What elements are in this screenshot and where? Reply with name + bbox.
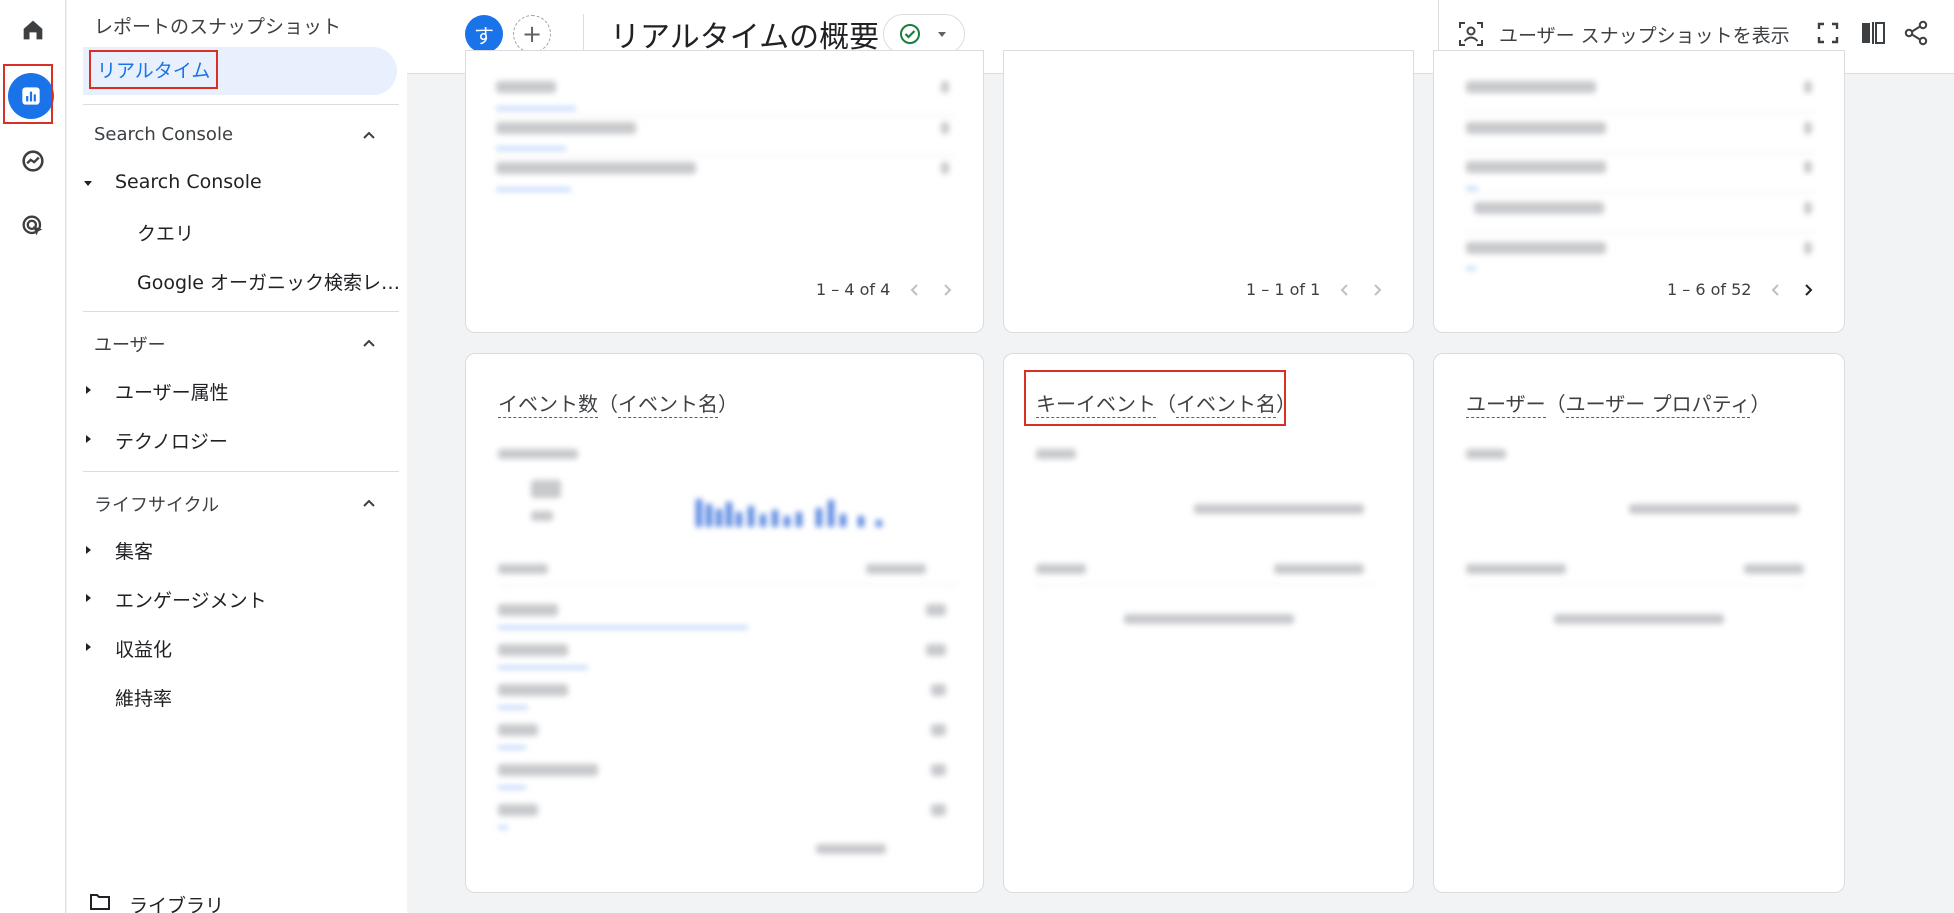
home-icon[interactable] bbox=[9, 6, 57, 54]
event-name-dimension-label[interactable]: イベント名 bbox=[1176, 392, 1276, 418]
chevron-left-icon[interactable] bbox=[1338, 283, 1352, 297]
divider bbox=[83, 311, 399, 312]
user-snapshot-button[interactable]: ユーザー スナップショットを表示 bbox=[1457, 16, 1790, 52]
folder-icon bbox=[90, 894, 110, 910]
pagination: 1 – 4 of 4 bbox=[816, 280, 954, 299]
comparison-avatar[interactable]: す bbox=[465, 15, 503, 53]
search-console-section-header[interactable]: Search Console bbox=[94, 124, 233, 145]
pagination-label: 1 – 1 of 1 bbox=[1246, 280, 1321, 299]
sidebar-item-acquisition[interactable]: 集客 bbox=[115, 537, 153, 564]
pagination: 1 – 1 of 1 bbox=[1246, 280, 1384, 299]
report-sidebar: レポートのスナップショット リアルタイム Search Console Sear… bbox=[67, 0, 407, 913]
dropdown-arrow-icon bbox=[938, 32, 946, 37]
sidebar-item-engagement[interactable]: エンゲージメント bbox=[115, 586, 267, 613]
caret-right-icon[interactable] bbox=[83, 545, 93, 555]
status-dropdown[interactable] bbox=[883, 14, 965, 54]
sidebar-item-technology[interactable]: テクノロジー bbox=[115, 427, 228, 454]
lifecycle-section-header[interactable]: ライフサイクル bbox=[94, 491, 219, 517]
title-open-paren: （ bbox=[598, 392, 618, 416]
divider bbox=[83, 471, 399, 472]
top-middle-card: 1 – 1 of 1 bbox=[1003, 50, 1414, 333]
divider bbox=[83, 104, 399, 105]
advertising-icon[interactable] bbox=[9, 202, 57, 250]
sidebar-item-query[interactable]: クエリ bbox=[137, 219, 194, 246]
header-divider bbox=[583, 14, 584, 54]
title-open-paren: （ bbox=[1156, 392, 1176, 416]
add-comparison-button[interactable]: + bbox=[513, 15, 551, 53]
key-event-card: キーイベント（イベント名） bbox=[1003, 353, 1414, 893]
chevron-left-icon[interactable] bbox=[1769, 283, 1783, 297]
fullscreen-icon[interactable] bbox=[1813, 18, 1843, 48]
share-icon[interactable] bbox=[1901, 18, 1931, 48]
chevron-right-icon[interactable] bbox=[1801, 283, 1815, 297]
key-event-card-title: キーイベント（イベント名） bbox=[1036, 388, 1296, 418]
title-open-paren: （ bbox=[1545, 392, 1566, 416]
top-left-card: 1 – 4 of 4 bbox=[465, 50, 984, 333]
key-event-metric-label[interactable]: キーイベント bbox=[1036, 392, 1156, 418]
event-count-metric-label[interactable]: イベント数 bbox=[498, 392, 598, 418]
user-snapshot-icon bbox=[1459, 22, 1483, 46]
event-name-dimension-label[interactable]: イベント名 bbox=[618, 392, 718, 418]
chevron-up-icon[interactable] bbox=[359, 493, 379, 513]
sidebar-item-demographics[interactable]: ユーザー属性 bbox=[115, 378, 229, 405]
realtime-nav-item[interactable]: リアルタイム bbox=[89, 50, 219, 89]
pagination-label: 1 – 6 of 52 bbox=[1667, 280, 1752, 299]
library-nav-item[interactable]: ライブラリ bbox=[129, 891, 224, 913]
title-close-paren: ） bbox=[718, 392, 738, 416]
caret-right-icon[interactable] bbox=[83, 385, 93, 395]
user-property-card: ユーザー（ユーザー プロパティ） bbox=[1433, 353, 1845, 893]
chevron-up-icon[interactable] bbox=[359, 125, 379, 145]
compare-layout-icon[interactable] bbox=[1858, 18, 1888, 48]
user-property-dimension-label[interactable]: ユーザー プロパティ bbox=[1565, 392, 1751, 418]
user-property-card-title: ユーザー（ユーザー プロパティ） bbox=[1466, 388, 1771, 418]
title-close-paren: ） bbox=[1750, 392, 1771, 416]
caret-down-icon[interactable] bbox=[83, 178, 93, 188]
user-snapshot-label: ユーザー スナップショットを表示 bbox=[1499, 24, 1790, 47]
chevron-left-icon[interactable] bbox=[908, 283, 922, 297]
sidebar-item-retention[interactable]: 維持率 bbox=[115, 684, 172, 711]
sidebar-item-monetization[interactable]: 収益化 bbox=[115, 635, 172, 662]
sidebar-item-organic-search[interactable]: Google オーガニック検索レポート bbox=[137, 268, 407, 295]
pagination: 1 – 6 of 52 bbox=[1667, 280, 1815, 299]
check-circle-icon bbox=[900, 24, 920, 44]
caret-right-icon[interactable] bbox=[83, 434, 93, 444]
event-count-card: イベント数（イベント名） bbox=[465, 353, 984, 893]
search-console-group[interactable]: Search Console bbox=[115, 171, 262, 193]
snapshot-nav-item[interactable]: レポートのスナップショット bbox=[94, 12, 341, 39]
event-count-card-title: イベント数（イベント名） bbox=[498, 388, 738, 418]
reports-highlight-box bbox=[3, 64, 53, 124]
caret-right-icon[interactable] bbox=[83, 642, 93, 652]
chevron-right-icon[interactable] bbox=[940, 283, 954, 297]
title-close-paren: ） bbox=[1276, 392, 1296, 416]
user-metric-label[interactable]: ユーザー bbox=[1466, 392, 1546, 418]
chevron-up-icon[interactable] bbox=[359, 333, 379, 353]
user-section-header[interactable]: ユーザー bbox=[94, 331, 166, 357]
pagination-label: 1 – 4 of 4 bbox=[816, 280, 891, 299]
navigation-rail bbox=[0, 0, 66, 913]
explore-icon[interactable] bbox=[9, 137, 57, 185]
top-right-card: 1 – 6 of 52 bbox=[1433, 50, 1845, 333]
caret-right-icon[interactable] bbox=[83, 593, 93, 603]
chevron-right-icon[interactable] bbox=[1370, 283, 1384, 297]
